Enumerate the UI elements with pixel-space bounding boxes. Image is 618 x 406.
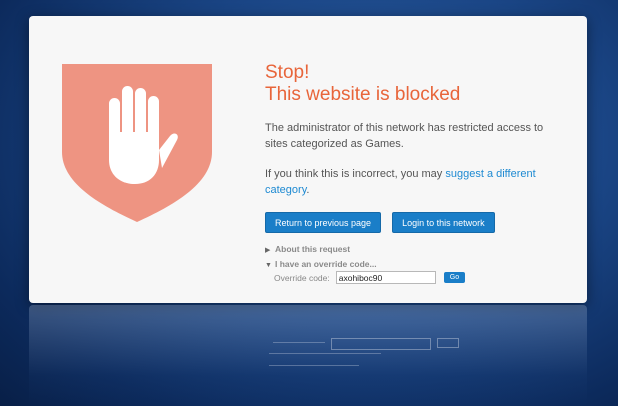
chevron-down-icon: ▼ bbox=[265, 262, 272, 269]
incorrect-suffix: . bbox=[306, 184, 310, 196]
override-code-row: Override code: Go bbox=[274, 271, 565, 284]
login-to-network-button[interactable]: Login to this network bbox=[392, 212, 495, 233]
incorrect-prefix: If you think this is incorrect, you may bbox=[265, 168, 446, 180]
go-button[interactable]: Go bbox=[443, 272, 466, 283]
about-request-toggle[interactable]: ▶ About this request bbox=[265, 244, 565, 254]
override-code-toggle[interactable]: ▼ I have an override code... bbox=[265, 259, 565, 269]
shield-icon bbox=[62, 64, 212, 222]
page-title-stop: Stop! bbox=[265, 62, 310, 83]
incorrect-message: If you think this is incorrect, you may … bbox=[265, 166, 565, 198]
return-to-previous-page-button[interactable]: Return to previous page bbox=[265, 212, 382, 233]
action-buttons: Return to previous page Login to this ne… bbox=[265, 212, 565, 233]
override-code-input[interactable] bbox=[335, 271, 436, 284]
chevron-right-icon: ▶ bbox=[265, 247, 271, 254]
override-code-label: Override code: bbox=[274, 272, 330, 283]
override-toggle-label: I have an override code... bbox=[275, 259, 377, 269]
card-reflection bbox=[29, 305, 587, 406]
page-title-blocked: This website is blocked bbox=[265, 84, 461, 105]
block-page-card: Stop! This website is blocked The admini… bbox=[29, 16, 587, 303]
content-column: Stop! This website is blocked The admini… bbox=[265, 62, 565, 284]
about-request-label: About this request bbox=[275, 244, 351, 254]
block-message: The administrator of this network has re… bbox=[265, 122, 544, 150]
